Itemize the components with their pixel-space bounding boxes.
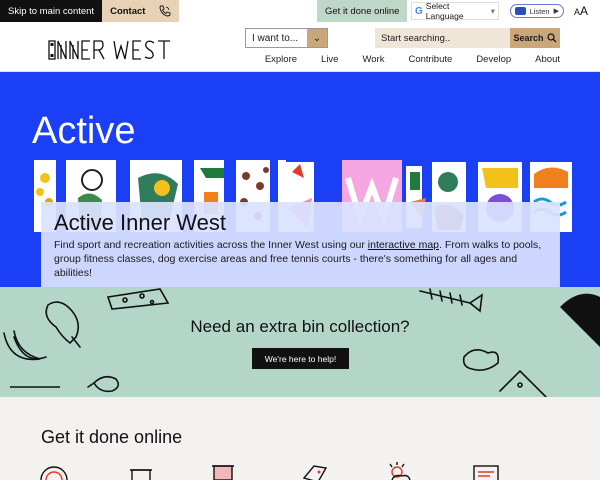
cup-icon <box>212 465 234 480</box>
hero-description-start: Find sport and recreation activities acr… <box>54 239 368 251</box>
hero-info-panel: Active Inner West Find sport and recreat… <box>41 202 560 287</box>
listen-label: Listen <box>529 6 550 16</box>
i-want-to-label: I want to... <box>252 32 299 44</box>
get-it-done-label: Get it done online <box>325 5 400 17</box>
food-doodles-illustration <box>3 288 600 397</box>
site-header: I want to... ⌄ Start searching.. Search … <box>0 22 600 72</box>
contact-label: Contact <box>110 5 146 17</box>
search-bar: Start searching.. Search <box>375 28 560 48</box>
nav-develop[interactable]: Develop <box>476 54 511 65</box>
nav-explore[interactable]: Explore <box>265 54 297 65</box>
contact-button[interactable]: Contact <box>102 0 180 22</box>
weather-icon <box>389 462 411 480</box>
bin-collection-banner: Need an extra bin collection? We're here… <box>0 287 600 397</box>
search-button[interactable]: Search <box>510 28 560 48</box>
hero-title: Active Inner West <box>54 210 226 235</box>
speaker-icon <box>515 7 526 15</box>
search-button-label: Search <box>513 33 544 43</box>
text-size-large: A <box>580 4 589 18</box>
get-it-done-heading: Get it done online <box>41 427 183 447</box>
skip-to-content-link[interactable]: Skip to main content <box>0 0 103 22</box>
payment-icon <box>40 466 68 480</box>
search-icon <box>546 33 556 43</box>
nav-contribute[interactable]: Contribute <box>408 54 452 65</box>
language-label: Select Language <box>425 1 464 21</box>
interactive-map-link[interactable]: interactive map <box>368 239 439 251</box>
bin-heading: Need an extra bin collection? <box>190 317 410 336</box>
main-nav: Explore Live Work Contribute Develop Abo… <box>265 54 560 65</box>
search-placeholder: Start searching.. <box>381 32 451 44</box>
hero-active-word: Active <box>32 110 136 152</box>
service-icons-row <box>40 462 499 480</box>
help-button[interactable]: We're here to help! <box>252 348 349 369</box>
nav-live[interactable]: Live <box>321 54 338 65</box>
nav-about[interactable]: About <box>535 54 560 65</box>
bin-icon <box>130 469 152 480</box>
dropdown-arrow-icon: ▾ <box>490 5 495 16</box>
inner-west-logo[interactable] <box>48 40 200 60</box>
document-icon <box>473 465 499 480</box>
hero-description: Find sport and recreation activities acr… <box>54 238 549 280</box>
get-it-done-online-link[interactable]: Get it done online <box>317 0 408 22</box>
search-input[interactable]: Start searching.. <box>375 28 510 48</box>
get-it-done-section: Get it done online <box>0 397 600 480</box>
nav-work[interactable]: Work <box>362 54 384 65</box>
tag-icon <box>302 465 328 480</box>
listen-button[interactable]: Listen ▶ <box>510 4 564 18</box>
hero-banner: Active Active Inner West Find sport and … <box>0 72 600 287</box>
play-icon: ▶ <box>553 8 559 15</box>
text-size-button[interactable]: AA <box>574 4 588 18</box>
skip-label: Skip to main content <box>8 5 95 17</box>
phone-icon <box>160 5 171 17</box>
language-selector[interactable]: G Select Language ▾ <box>411 1 499 21</box>
chevron-down-icon: ⌄ <box>307 29 327 47</box>
i-want-to-dropdown[interactable]: I want to... ⌄ <box>245 28 328 48</box>
google-icon: G <box>415 5 423 17</box>
